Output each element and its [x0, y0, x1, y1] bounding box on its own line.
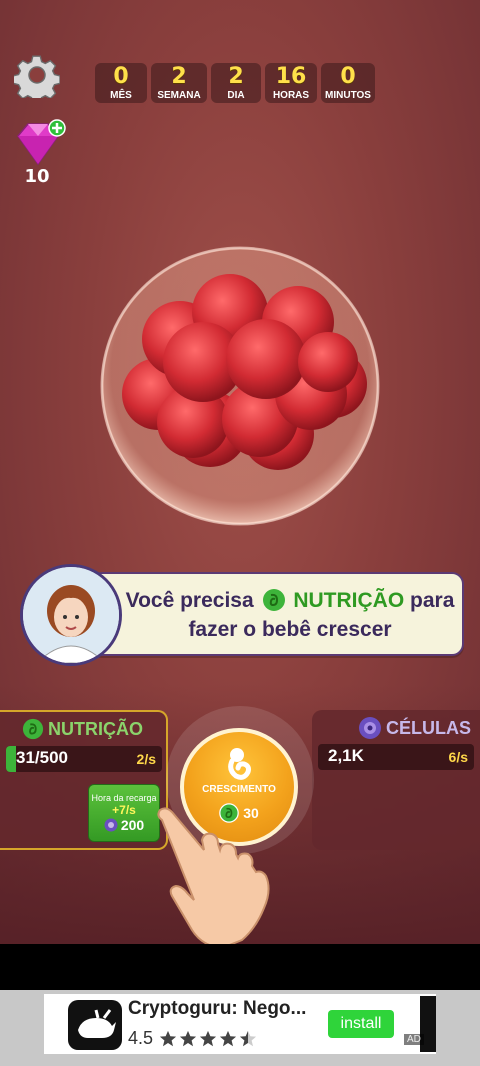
timer-minutes-value: 0	[340, 63, 356, 89]
star-icon	[199, 1030, 217, 1046]
cells-rate: 6/s	[448, 749, 468, 765]
timer-week-value: 2	[171, 63, 187, 89]
timer-day-label: DIA	[227, 89, 245, 101]
hand-pointer-icon	[157, 807, 270, 944]
hint-text-part1: Você precisa	[125, 589, 254, 612]
doctor-face-icon	[23, 567, 119, 663]
ad-tag[interactable]: AD	[404, 1034, 424, 1045]
ad-title[interactable]: Cryptoguru: Nego...	[128, 998, 306, 1020]
ad-rating-value: 4.5	[128, 1028, 154, 1048]
hint-line-2: fazer o bebê crescer	[188, 618, 392, 641]
timer-week-label: SEMANA	[157, 89, 201, 101]
gem-count: 10	[24, 166, 50, 187]
nutrition-title-label: NUTRIÇÃO	[48, 718, 143, 739]
bull-icon	[78, 1009, 116, 1038]
cell-icon	[104, 818, 118, 832]
cells-title: CÉLULAS	[358, 716, 471, 740]
timer-hours: 16 HORAS	[265, 63, 317, 103]
hint-highlight: NUTRIÇÃO	[293, 589, 405, 612]
recharge-title: Hora da recarga	[91, 793, 157, 803]
ad-rating: 4.5	[128, 1028, 257, 1049]
timer-hours-value: 16	[275, 63, 307, 89]
cells-value: 2,1K	[328, 746, 364, 765]
nutrition-value: 31/500	[16, 748, 68, 767]
recharge-cost-value: 200	[120, 817, 145, 833]
recharge-rate: +7/s	[112, 803, 136, 817]
star-icon	[239, 1030, 257, 1046]
timer-day-value: 2	[228, 63, 244, 89]
cells-bar: 2,1K 6/s	[318, 744, 474, 770]
gear-icon[interactable]	[14, 52, 60, 98]
grow-button-label: CRESCIMENTO	[202, 784, 276, 795]
timer-week: 2 SEMANA	[151, 63, 207, 103]
timer-month-value: 0	[113, 63, 129, 89]
nutrition-title: NUTRIÇÃO	[22, 718, 143, 740]
cells-panel[interactable]: CÉLULAS 2,1K 6/s	[312, 710, 480, 850]
timer-hours-label: HORAS	[272, 89, 310, 101]
gem-icon[interactable]	[14, 118, 66, 168]
game-screen: 0 MÊS 2 SEMANA 2 DIA 16 HORAS 0 MINUTOS …	[0, 0, 480, 944]
nutrition-rate: 2/s	[136, 751, 156, 767]
hint-line-1: Você precisa NUTRIÇÃO para	[92, 588, 462, 613]
star-icon	[179, 1030, 197, 1046]
timer-month: 0 MÊS	[95, 63, 147, 103]
embryo-cell-cluster[interactable]	[98, 244, 382, 528]
timer-minutes-label: MINUTOS	[325, 89, 371, 101]
ad-app-icon[interactable]	[68, 1000, 122, 1050]
recharge-cost: 200	[104, 817, 144, 833]
hint-text-part2: para	[410, 589, 455, 612]
hint-speech-bubble: Você precisa NUTRIÇÃO para fazer o bebê …	[90, 572, 464, 656]
star-icon	[219, 1030, 237, 1046]
nutrition-icon	[22, 718, 44, 740]
nutrition-progress-fill	[6, 746, 16, 772]
doctor-avatar	[20, 564, 122, 666]
ad-install-button[interactable]: install	[328, 1010, 394, 1038]
nutrition-panel[interactable]: NUTRIÇÃO 31/500 2/s Hora da recarga +7/s…	[0, 710, 168, 850]
nutrition-icon	[262, 589, 285, 611]
fetus-icon	[228, 748, 251, 780]
ad-rating-stars	[159, 1030, 257, 1048]
nutrition-progress-bar: 31/500 2/s	[6, 746, 162, 772]
timer-day: 2 DIA	[211, 63, 261, 103]
recharge-upgrade-button[interactable]: Hora da recarga +7/s 200	[88, 784, 160, 842]
cell-icon	[359, 717, 381, 739]
cells-title-label: CÉLULAS	[386, 717, 471, 738]
timer-month-label: MÊS	[110, 89, 132, 101]
timer-minutes: 0 MINUTOS	[321, 63, 375, 103]
gestation-timer: 0 MÊS 2 SEMANA 2 DIA 16 HORAS 0 MINUTOS	[95, 63, 375, 103]
ad-banner[interactable]: Cryptoguru: Nego... 4.5 install AD	[44, 994, 436, 1054]
star-icon	[159, 1030, 177, 1046]
